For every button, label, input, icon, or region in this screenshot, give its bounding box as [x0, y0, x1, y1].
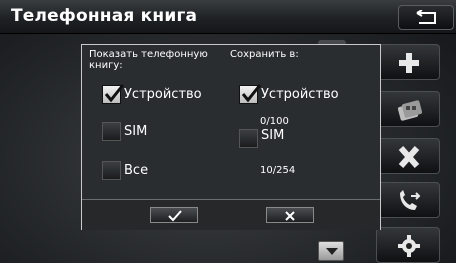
phonebook-settings-dialog: Показать телефонную книгу: Сохранить в: …: [81, 44, 381, 230]
add-plus-icon: [399, 53, 419, 73]
add-contact-button[interactable]: [376, 44, 440, 80]
save-sim-option[interactable]: SIM: [239, 128, 285, 148]
save-to-label: Сохранить в:: [230, 49, 299, 60]
settings-gear-icon: [398, 235, 420, 257]
option-label: Устройство: [261, 87, 339, 102]
close-icon: [285, 211, 295, 221]
show-all-option[interactable]: Все: [102, 161, 148, 180]
option-label: SIM: [261, 128, 285, 143]
checkmark-icon: [104, 84, 125, 103]
transfer-contacts-button[interactable]: [376, 91, 440, 127]
checkbox[interactable]: [102, 84, 125, 104]
ok-button[interactable]: [150, 207, 198, 223]
checkbox[interactable]: [102, 122, 121, 141]
option-label: Устройство: [124, 87, 202, 102]
delete-button[interactable]: [376, 138, 440, 174]
return-arrow-icon: [416, 10, 436, 24]
checkbox[interactable]: [239, 129, 258, 148]
phone-transfer-icon: [400, 190, 421, 210]
show-sim-option[interactable]: SIM: [102, 122, 147, 141]
scroll-down-button[interactable]: [318, 241, 344, 261]
checkbox[interactable]: [102, 161, 121, 180]
dialog-footer: [82, 199, 380, 230]
delete-x-icon: [398, 146, 420, 168]
sim-capacity: 0/100: [260, 116, 289, 127]
settings-button[interactable]: [376, 227, 440, 263]
total-count: 10/254: [260, 165, 296, 176]
arrow-down-icon: [326, 248, 338, 255]
option-label: Все: [124, 163, 149, 178]
title-bar: Телефонная книга: [0, 0, 456, 34]
back-button[interactable]: [398, 5, 454, 30]
checkmark-icon: [241, 84, 262, 103]
transfer-contacts-icon: [397, 100, 423, 121]
checkmark-icon: [168, 210, 182, 222]
save-device-option[interactable]: Устройство: [239, 84, 339, 104]
show-device-option[interactable]: Устройство: [102, 84, 202, 104]
phone-transfer-button[interactable]: [376, 182, 440, 218]
checkbox[interactable]: [239, 84, 262, 104]
show-phonebook-label: Показать телефонную книгу:: [89, 49, 208, 71]
page-title: Телефонная книга: [11, 6, 198, 26]
cancel-button[interactable]: [266, 207, 314, 223]
option-label: SIM: [124, 124, 148, 139]
